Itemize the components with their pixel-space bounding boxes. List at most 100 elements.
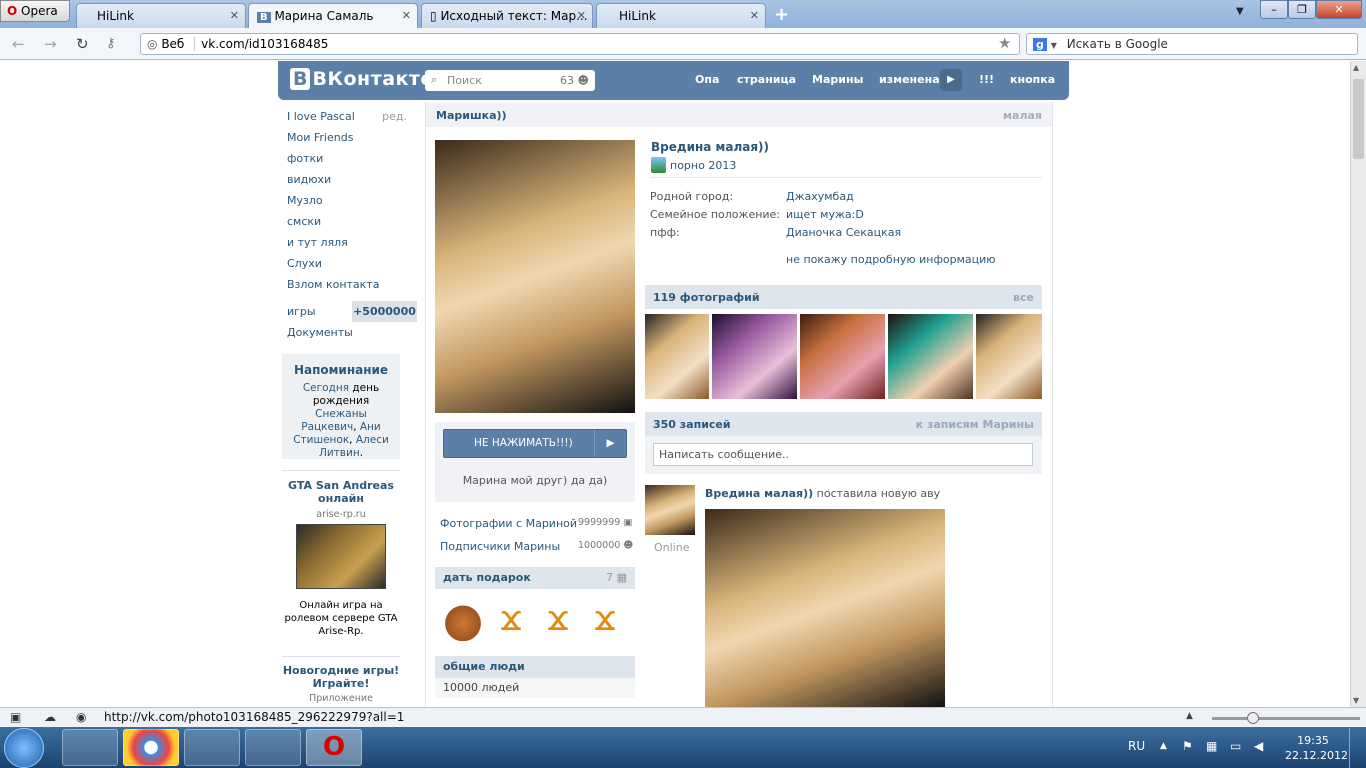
today-link[interactable]: Сегодня bbox=[303, 382, 349, 394]
back-icon[interactable]: ← bbox=[12, 35, 25, 53]
menu-item-rumors[interactable]: Слухи bbox=[287, 253, 417, 274]
clock[interactable]: 19:35 22.12.2012 bbox=[1285, 733, 1348, 763]
cloud-icon[interactable]: ☁ bbox=[44, 710, 56, 724]
video-icon[interactable]: ▶ bbox=[594, 430, 626, 457]
teddy-bear-gift-icon[interactable] bbox=[440, 597, 486, 641]
opera-taskbar-icon[interactable]: O bbox=[306, 729, 362, 766]
maximize-icon[interactable]: ❐ bbox=[1288, 0, 1316, 19]
gifts-title[interactable]: дать подарок bbox=[443, 571, 531, 584]
menu-item-docs[interactable]: Документы bbox=[287, 322, 417, 343]
ad-newyear[interactable]: Новогодние игры! Играйте! Приложение bbox=[282, 656, 400, 704]
photo-thumb[interactable] bbox=[712, 314, 797, 399]
menu-item-music[interactable]: Музло bbox=[287, 190, 417, 211]
tab-hilink-2[interactable]: HiLink ✕ bbox=[596, 3, 766, 28]
photos-with-link[interactable]: Фотографии с Мариной bbox=[440, 517, 577, 530]
minimize-icon[interactable]: – bbox=[1260, 0, 1288, 19]
menu-item-videos[interactable]: видюхи bbox=[287, 169, 417, 190]
ad-title[interactable]: GTA San Andreas онлайн bbox=[282, 479, 400, 505]
menu-item-feed[interactable]: и тут ляля bbox=[287, 232, 417, 253]
photo-thumb[interactable] bbox=[888, 314, 973, 399]
language-indicator[interactable]: RU bbox=[1128, 739, 1145, 753]
ribbon-gift-icon[interactable]: ϫ bbox=[491, 597, 531, 641]
volume-icon[interactable]: ◀ bbox=[1254, 739, 1263, 753]
info-value-pff[interactable]: Дианочка Секацкая bbox=[786, 226, 901, 239]
ad-image[interactable] bbox=[296, 524, 386, 589]
bookmark-star-icon[interactable]: ★ bbox=[998, 34, 1011, 52]
speed-dial-icon[interactable]: ◉ bbox=[76, 710, 86, 724]
chrome-taskbar-icon[interactable] bbox=[123, 729, 179, 766]
nav-link-changed[interactable]: изменена bbox=[879, 73, 940, 86]
wall-link[interactable]: к записям Марины bbox=[916, 418, 1034, 431]
page-scrollbar[interactable]: ▲ ▼ bbox=[1350, 61, 1366, 707]
forward-icon[interactable]: → bbox=[44, 35, 57, 53]
reload-icon[interactable]: ↻ bbox=[76, 35, 89, 53]
app-taskbar-icon[interactable] bbox=[245, 729, 301, 766]
zoom-up-icon[interactable]: ▲ bbox=[1186, 711, 1193, 721]
menu-item-pascal[interactable]: I love Pascal ред. bbox=[287, 106, 417, 127]
photo-thumb[interactable] bbox=[645, 314, 709, 399]
tab-marina[interactable]: В Марина Самаль ✕ bbox=[248, 3, 418, 28]
common-people-header[interactable]: общие люди bbox=[435, 656, 635, 678]
ad-title[interactable]: Новогодние игры! Играйте! bbox=[282, 664, 400, 690]
search-engine-field[interactable]: g ▼ Искать в Google bbox=[1026, 33, 1358, 55]
info-value-hometown[interactable]: Джахумбад bbox=[786, 190, 854, 203]
tray-app-icon[interactable]: ▦ bbox=[1206, 739, 1217, 753]
scroll-thumb[interactable] bbox=[1353, 79, 1364, 159]
nav-link-page[interactable]: страница bbox=[737, 73, 796, 86]
profile-avatar[interactable] bbox=[435, 140, 635, 413]
close-icon[interactable]: ✕ bbox=[402, 9, 411, 22]
flag-icon[interactable]: ⚑ bbox=[1182, 739, 1193, 753]
post-author-avatar[interactable] bbox=[645, 485, 695, 535]
menu-item-hack[interactable]: Взлом контакта bbox=[287, 274, 417, 295]
menu-item-friends[interactable]: Мои Friends bbox=[287, 127, 417, 148]
edit-link[interactable]: ред. bbox=[382, 106, 407, 127]
wall-message-input[interactable]: Написать сообщение.. bbox=[653, 443, 1033, 466]
key-icon[interactable]: ⚷ bbox=[106, 36, 116, 51]
photo-thumb[interactable] bbox=[800, 314, 885, 399]
tray-expand-icon[interactable]: ▲ bbox=[1160, 741, 1167, 751]
window-close-icon[interactable]: ✕ bbox=[1316, 0, 1362, 19]
opera-menu-button[interactable]: O Opera bbox=[0, 0, 70, 22]
start-button[interactable] bbox=[4, 728, 44, 768]
show-desktop-button[interactable] bbox=[1349, 728, 1366, 768]
wall-title[interactable]: 350 записей bbox=[653, 418, 731, 431]
close-icon[interactable]: ✕ bbox=[577, 9, 586, 22]
ad-gta[interactable]: GTA San Andreas онлайн arise-rp.ru Онлай… bbox=[282, 470, 400, 638]
address-bar[interactable]: ◎ Веб vk.com/id103168485 bbox=[140, 33, 1020, 55]
tab-source[interactable]: ▯ Исходный текст: Мар... ✕ bbox=[421, 3, 593, 28]
vk-logo[interactable]: В ВКонтакте bbox=[290, 68, 434, 90]
photo-thumb[interactable] bbox=[976, 314, 1042, 399]
scroll-up-icon[interactable]: ▲ bbox=[1353, 63, 1359, 72]
tab-list-icon[interactable]: ▼ bbox=[1236, 6, 1244, 17]
gifts-header[interactable]: дать подарок 7 ▦ bbox=[435, 567, 635, 589]
photos-header[interactable]: 119 фотографий все bbox=[645, 285, 1042, 309]
subscribers-link[interactable]: Подписчики Марины bbox=[440, 540, 560, 553]
play-icon[interactable]: ▶ bbox=[940, 69, 962, 91]
new-tab-icon[interactable]: + bbox=[774, 4, 789, 25]
nav-link-button[interactable]: кнопка bbox=[1010, 73, 1055, 86]
zoom-slider[interactable] bbox=[1212, 717, 1360, 720]
post-photo[interactable] bbox=[705, 509, 945, 707]
nav-link-opa[interactable]: Опа bbox=[695, 73, 719, 86]
profile-status[interactable]: порно 2013 bbox=[670, 159, 736, 172]
info-value-relationship[interactable]: ищет мужа:D bbox=[786, 208, 864, 221]
explorer-taskbar-icon[interactable] bbox=[62, 729, 118, 766]
tab-hilink-1[interactable]: HiLink ✕ bbox=[76, 3, 246, 28]
nav-link-marina[interactable]: Марины bbox=[812, 73, 864, 86]
show-more-info-link[interactable]: не покажу подробную информацию bbox=[786, 253, 996, 266]
vk-search-input[interactable]: ⌕ Поиск 63 ☻ bbox=[425, 70, 595, 91]
wall-header[interactable]: 350 записей к записям Марины bbox=[645, 412, 1042, 436]
post-author-link[interactable]: Вредина малая)) bbox=[705, 487, 813, 500]
photos-title[interactable]: 119 фотографий bbox=[653, 291, 760, 304]
ribbon-gift-icon[interactable]: ϫ bbox=[538, 597, 578, 641]
scroll-down-icon[interactable]: ▼ bbox=[1353, 696, 1359, 705]
menu-item-games[interactable]: игры +5000000 bbox=[287, 301, 417, 322]
network-icon[interactable]: ▭ bbox=[1230, 739, 1241, 753]
close-icon[interactable]: ✕ bbox=[230, 9, 239, 22]
ribbon-gift-icon[interactable]: ϫ bbox=[585, 597, 625, 641]
zoom-slider-thumb[interactable] bbox=[1247, 712, 1259, 724]
close-icon[interactable]: ✕ bbox=[750, 9, 759, 22]
menu-item-messages[interactable]: смски bbox=[287, 211, 417, 232]
menu-item-photos[interactable]: фотки bbox=[287, 148, 417, 169]
photos-all-link[interactable]: все bbox=[1013, 291, 1034, 304]
